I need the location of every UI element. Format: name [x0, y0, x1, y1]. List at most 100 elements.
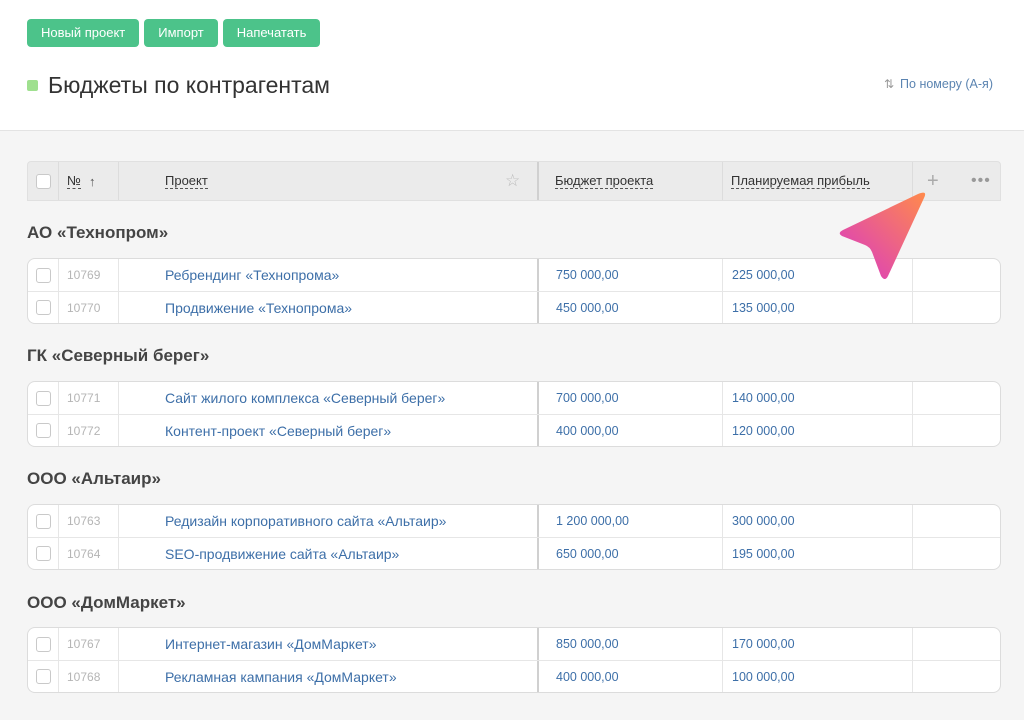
- select-all-cell: [36, 162, 51, 200]
- budget-value: 650 000,00: [556, 546, 619, 561]
- row-select-cell: [36, 661, 51, 692]
- row-divider: [537, 538, 539, 569]
- row-divider: [58, 538, 59, 569]
- row-divider: [722, 628, 723, 660]
- row-divider: [118, 259, 119, 291]
- row-select-cell: [36, 628, 51, 660]
- row-number: 10764: [67, 546, 101, 561]
- profit-value: 140 000,00: [732, 391, 795, 405]
- title-wrap: Бюджеты по контрагентам: [27, 72, 330, 99]
- table-row[interactable]: 10764 SEO-продвижение сайта «Альтаир» 650 …: [28, 537, 1000, 569]
- row-divider: [118, 505, 119, 537]
- profit-value: 100 000,00: [732, 669, 795, 684]
- number-header[interactable]: № ↑: [67, 162, 95, 200]
- title-marker: [27, 80, 38, 91]
- profit-value: 135 000,00: [732, 300, 795, 315]
- row-divider: [722, 661, 723, 692]
- row-select-cell: [36, 292, 51, 323]
- row-divider: [537, 415, 539, 446]
- table-row[interactable]: 10767 Интернет-магазин «ДомМаркет» 850 000…: [28, 628, 1000, 660]
- group-title: АО «Технопром»: [27, 223, 169, 242]
- row-checkbox[interactable]: [36, 390, 51, 406]
- project-link[interactable]: Ребрендинг «Технопрома»: [165, 259, 339, 291]
- header-divider: [118, 162, 119, 200]
- import-button[interactable]: Импорт: [144, 19, 218, 47]
- group-title: ООО «Альтаир»: [27, 469, 161, 488]
- budget-header[interactable]: Бюджет проекта: [555, 162, 654, 200]
- row-divider: [912, 382, 913, 414]
- row-divider: [722, 415, 723, 446]
- row-divider: [537, 628, 539, 660]
- row-divider: [537, 292, 539, 323]
- top-panel: Новый проект Импорт Напечатать Бюджеты п…: [0, 0, 1024, 131]
- budget-value: 850 000,00: [556, 637, 619, 651]
- budget-value: 400 000,00: [556, 669, 619, 684]
- table-row[interactable]: 10768 Рекламная кампания «ДомМаркет» 400 0…: [28, 660, 1000, 692]
- project-link[interactable]: Редизайн корпоративного сайта «Альтаир»: [165, 505, 446, 537]
- row-divider: [912, 661, 913, 692]
- toolbar: Новый проект Импорт Напечатать: [27, 19, 321, 47]
- row-checkbox[interactable]: [36, 423, 51, 438]
- row-select-cell: [36, 415, 51, 446]
- row-divider: [58, 415, 59, 446]
- row-divider: [912, 538, 913, 569]
- budget-value: 1 200 000,00: [556, 514, 629, 528]
- row-divider: [118, 382, 119, 414]
- row-divider: [118, 292, 119, 323]
- group-rows: 10771 Сайт жилого комплекса «Северный бер…: [27, 381, 1001, 447]
- project-link[interactable]: SEO-продвижение сайта «Альтаир»: [165, 538, 399, 569]
- row-checkbox[interactable]: [36, 546, 51, 561]
- profit-value: 225 000,00: [732, 268, 795, 282]
- project-link[interactable]: Сайт жилого комплекса «Северный берег»: [165, 382, 445, 414]
- profit-value: 170 000,00: [732, 637, 795, 651]
- new-project-button[interactable]: Новый проект: [27, 19, 140, 47]
- row-select-cell: [36, 259, 51, 291]
- table-row[interactable]: 10763 Редизайн корпоративного сайта «Альт…: [28, 505, 1000, 537]
- star-icon[interactable]: ☆: [505, 171, 520, 191]
- row-divider: [722, 538, 723, 569]
- project-link[interactable]: Продвижение «Технопрома»: [165, 292, 352, 323]
- page-title: Бюджеты по контрагентам: [48, 72, 330, 98]
- row-divider: [912, 628, 913, 660]
- row-checkbox[interactable]: [36, 669, 51, 684]
- row-divider: [118, 661, 119, 692]
- sort-arrows-icon: ⇅: [883, 77, 895, 91]
- row-divider: [537, 505, 539, 537]
- cursor-arrow-icon: [839, 192, 926, 279]
- row-checkbox[interactable]: [36, 636, 51, 652]
- row-checkbox[interactable]: [36, 513, 51, 529]
- header-divider: [537, 162, 539, 200]
- row-checkbox[interactable]: [36, 267, 51, 283]
- row-number: 10768: [67, 669, 101, 684]
- project-link[interactable]: Контент-проект «Северный берег»: [165, 415, 391, 446]
- budget-value: 750 000,00: [556, 268, 619, 282]
- project-link[interactable]: Рекламная кампания «ДомМаркет»: [165, 661, 397, 692]
- add-column-icon[interactable]: +: [927, 170, 939, 193]
- profit-header-label: Планируемая прибыль: [731, 173, 870, 189]
- more-options-icon[interactable]: •••: [971, 172, 991, 190]
- budget-header-label: Бюджет проекта: [555, 173, 654, 189]
- row-divider: [722, 382, 723, 414]
- budget-value: 450 000,00: [556, 300, 619, 315]
- budget-value: 400 000,00: [556, 423, 619, 438]
- select-all-checkbox[interactable]: [36, 173, 51, 189]
- table-row[interactable]: 10771 Сайт жилого комплекса «Северный бер…: [28, 382, 1000, 414]
- row-divider: [912, 505, 913, 537]
- print-button[interactable]: Напечатать: [222, 19, 321, 47]
- budget-value: 700 000,00: [556, 391, 619, 405]
- row-divider: [537, 259, 539, 291]
- row-divider: [118, 538, 119, 569]
- row-checkbox[interactable]: [36, 300, 51, 315]
- row-select-cell: [36, 382, 51, 414]
- table-row[interactable]: 10770 Продвижение «Технопрома» 450 000,00 1…: [28, 291, 1000, 323]
- project-link[interactable]: Интернет-магазин «ДомМаркет»: [165, 628, 376, 660]
- profit-value: 120 000,00: [732, 423, 795, 438]
- row-number: 10772: [67, 423, 101, 438]
- more-cell: •••: [971, 162, 991, 200]
- project-header[interactable]: Проект: [165, 162, 208, 200]
- row-number: 10771: [67, 391, 101, 405]
- table-row[interactable]: 10772 Контент-проект «Северный берег» 400 …: [28, 414, 1000, 446]
- row-divider: [537, 661, 539, 692]
- sort-selector[interactable]: ⇅ По номеру (А-я): [884, 77, 993, 91]
- favorite-header[interactable]: ☆: [505, 162, 520, 200]
